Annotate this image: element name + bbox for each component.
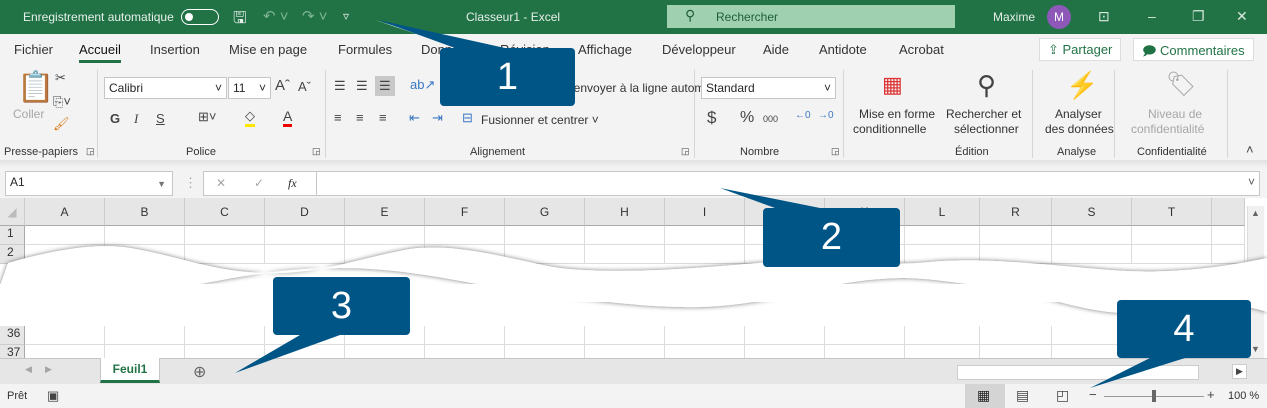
callout-1-tail bbox=[378, 20, 505, 48]
callout-3-tail bbox=[235, 335, 340, 373]
callout-3: 3 bbox=[273, 277, 410, 335]
callout-4-tail bbox=[1090, 358, 1185, 388]
callout-4: 4 bbox=[1117, 300, 1251, 358]
callout-1: 1 bbox=[440, 48, 575, 106]
callout-2-tail bbox=[720, 188, 820, 208]
callout-2: 2 bbox=[763, 208, 900, 267]
callout-tails bbox=[235, 20, 1185, 388]
